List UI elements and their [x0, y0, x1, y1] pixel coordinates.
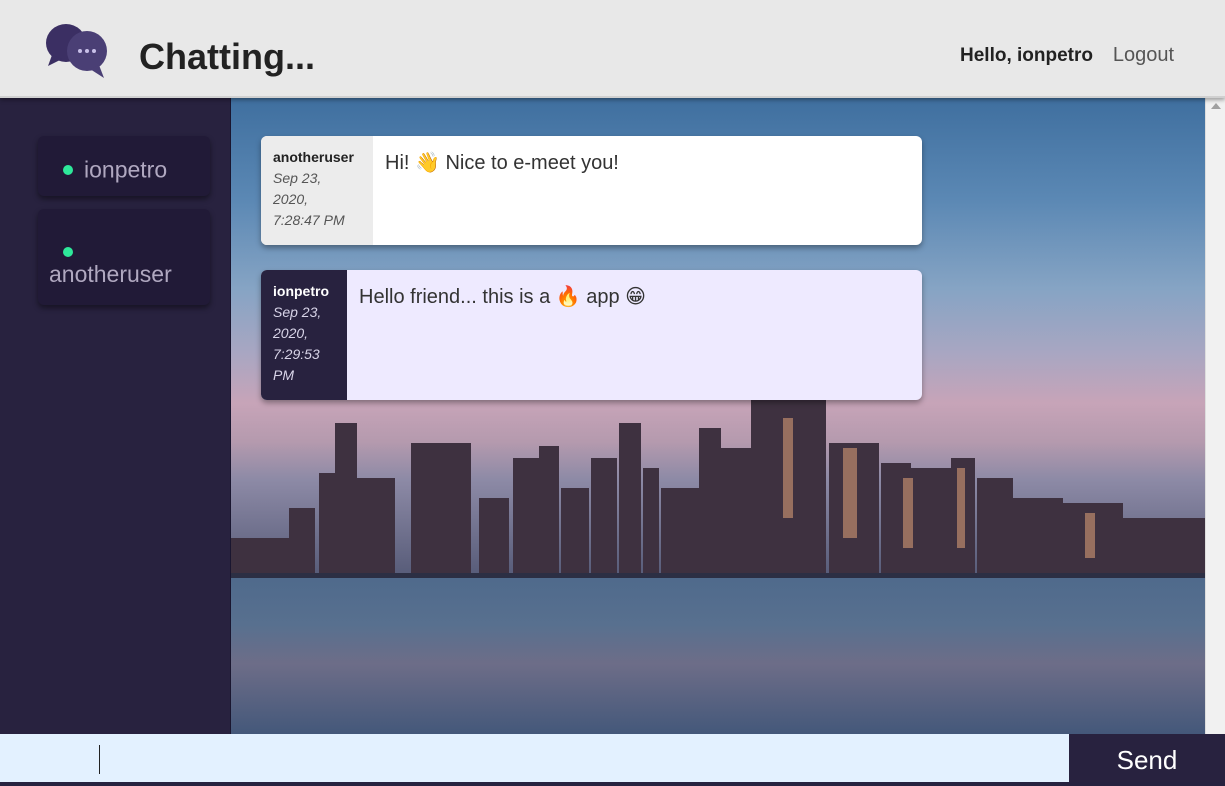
message-composer: Send: [0, 734, 1225, 786]
user-item-anotheruser[interactable]: anotheruser: [38, 209, 210, 305]
online-status-icon: [63, 247, 73, 257]
app-header: Chatting... Hello, ionpetro Logout: [0, 0, 1225, 98]
message-item: anotheruser Sep 23, 2020, 7:28:47 PM Hi!…: [261, 136, 922, 245]
message-text: Hello friend... this is a 🔥 app 😁: [359, 286, 646, 308]
chat-bubbles-logo-icon: [46, 24, 107, 78]
user-name: anotheruser: [49, 261, 172, 287]
user-item-ionpetro[interactable]: ionpetro: [38, 136, 210, 196]
bottom-strip: [0, 782, 1225, 786]
chat-scrollbar[interactable]: [1205, 98, 1225, 734]
send-button[interactable]: Send: [1069, 734, 1225, 786]
text-cursor: [99, 745, 100, 774]
scroll-up-icon[interactable]: [1211, 103, 1221, 109]
message-text: Hi! 👋 Nice to e-meet you!: [385, 152, 619, 174]
user-name: ionpetro: [84, 156, 168, 183]
message-input[interactable]: [0, 734, 1069, 786]
own-message-item: ionpetro Sep 23, 2020, 7:29:53 PM Hello …: [261, 270, 922, 400]
app-title: Chatting...: [139, 36, 315, 77]
message-author: anotheruser: [273, 149, 354, 165]
message-author: ionpetro: [273, 283, 329, 299]
message-time: Sep 23, 2020, 7:29:53 PM: [273, 304, 322, 383]
river-image: [231, 578, 1205, 734]
logout-link[interactable]: Logout: [1113, 44, 1174, 67]
message-meta: ionpetro Sep 23, 2020, 7:29:53 PM: [261, 270, 347, 400]
message-time: Sep 23, 2020, 7:28:47 PM: [273, 170, 345, 228]
user-greeting: Hello, ionpetro: [960, 45, 1093, 66]
city-skyline-image: [231, 398, 1205, 588]
message-meta: anotheruser Sep 23, 2020, 7:28:47 PM: [261, 136, 373, 245]
online-status-icon: [63, 164, 73, 175]
users-sidebar: ionpetro anotheruser: [0, 98, 231, 734]
